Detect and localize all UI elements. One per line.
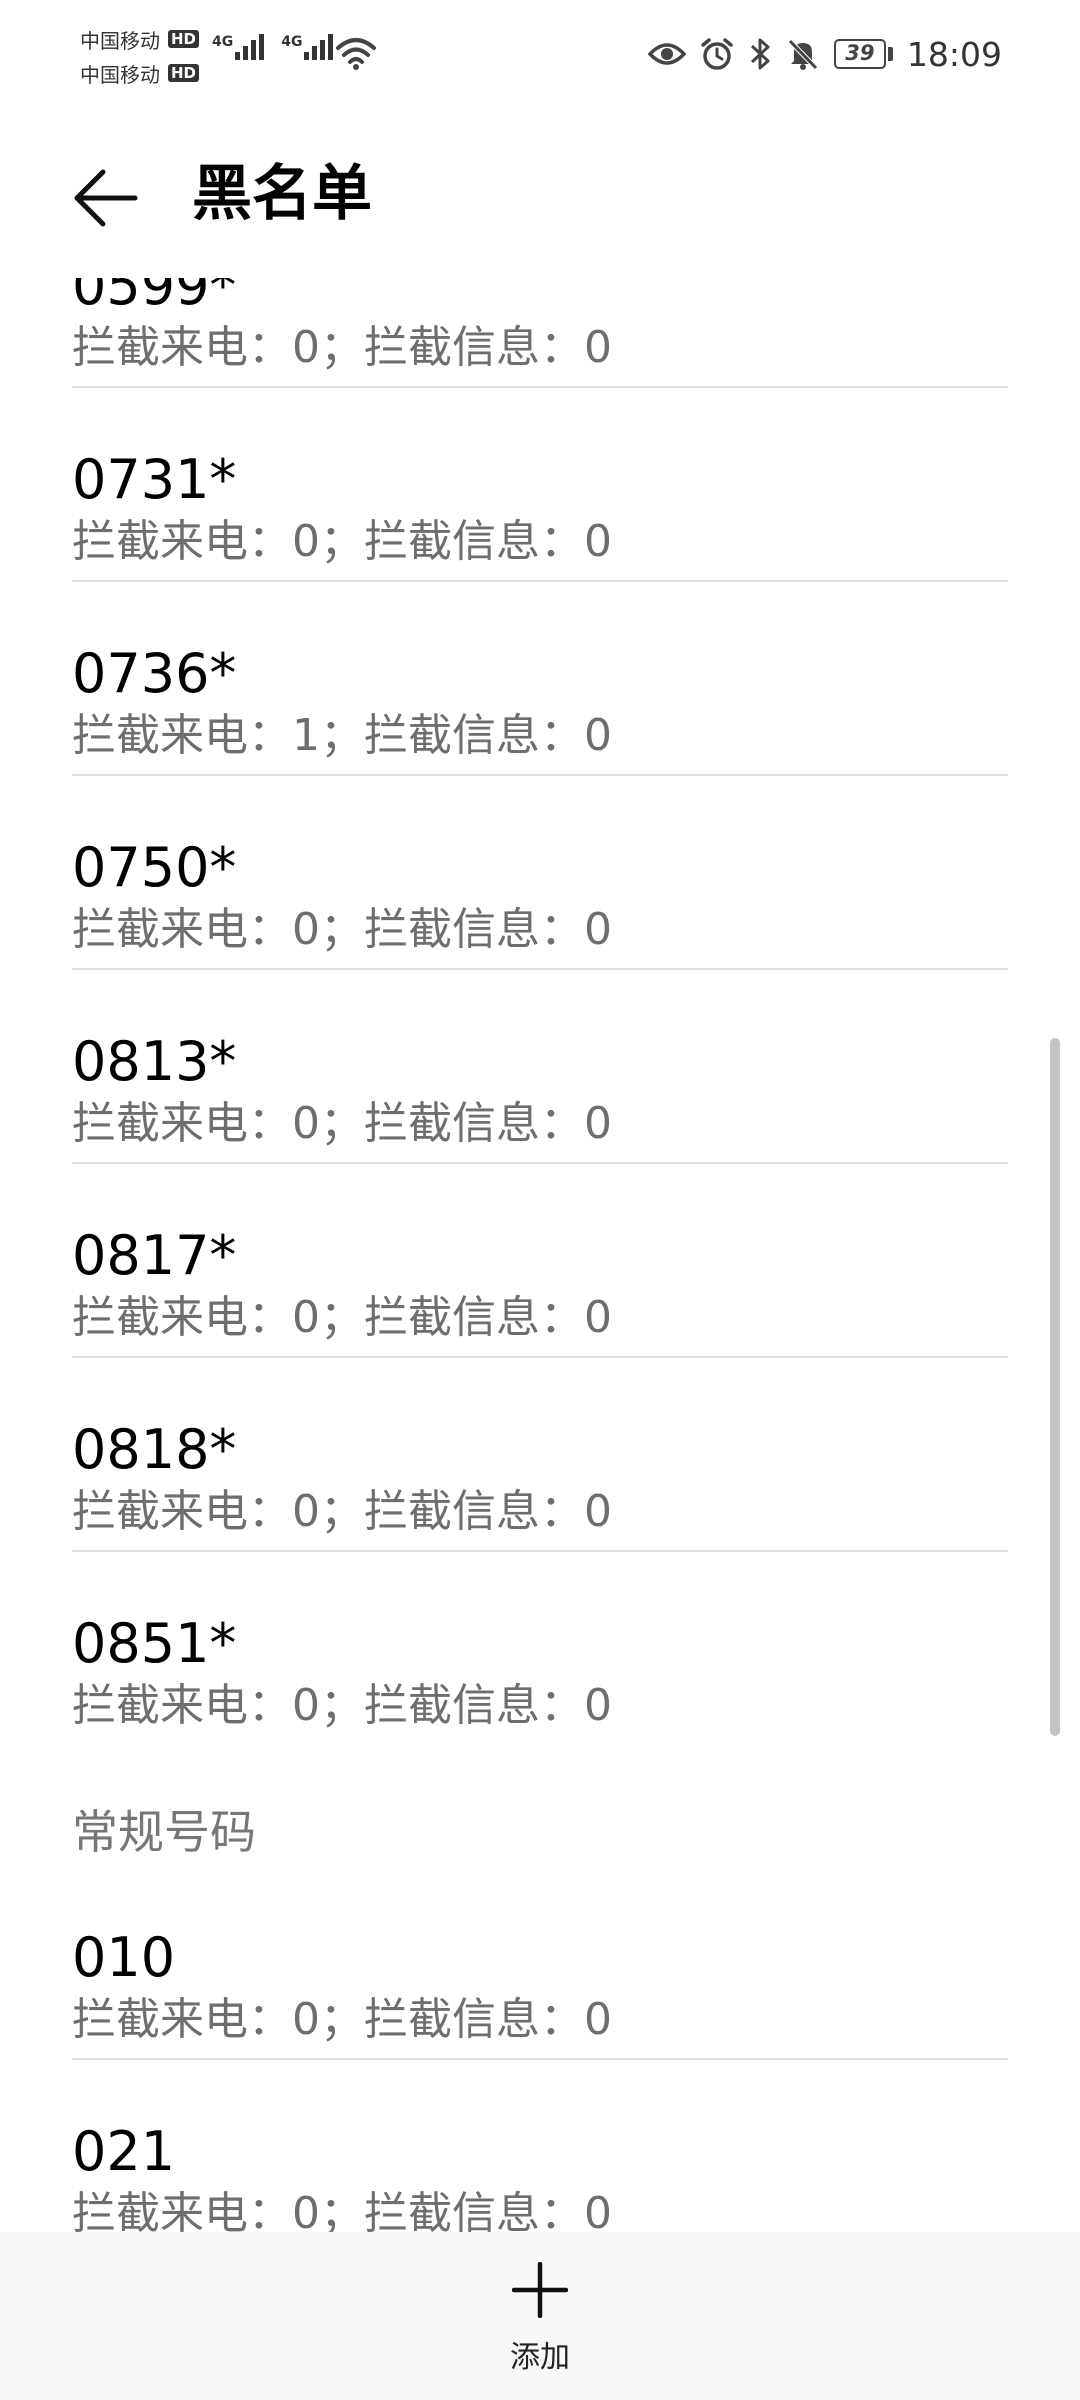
list-item[interactable]: 0813* 拦截来电：0；拦截信息：0 — [72, 970, 1008, 1164]
list-item[interactable]: 0736* 拦截来电：1；拦截信息：0 — [72, 582, 1008, 776]
blacklist-list[interactable]: 0599* 拦截来电：0；拦截信息：0 0731* 拦截来电：0；拦截信息：0 … — [0, 278, 1080, 2232]
list-item[interactable]: 0731* 拦截来电：0；拦截信息：0 — [72, 388, 1008, 582]
signal-strength-icon — [235, 34, 267, 60]
bluetooth-icon — [748, 37, 772, 71]
item-stats: 拦截来电：0；拦截信息：0 — [72, 1486, 612, 1537]
battery-icon: 39 — [833, 39, 893, 69]
bell-muted-icon — [786, 37, 820, 71]
hd-badge: HD — [168, 30, 200, 48]
add-button[interactable]: 添加 — [440, 2232, 640, 2400]
carrier-name: 中国移动 — [80, 62, 160, 87]
back-button[interactable] — [66, 158, 146, 238]
item-stats: 拦截来电：0；拦截信息：0 — [72, 904, 612, 955]
item-number: 010 — [72, 1926, 176, 1989]
eye-icon — [647, 40, 686, 68]
alarm-icon — [700, 37, 734, 71]
toolbar: 黑名单 — [0, 110, 1080, 278]
system-status-icons: 39 18:09 — [647, 30, 1002, 78]
list-item[interactable]: 0851* 拦截来电：0；拦截信息：0 — [72, 1552, 1008, 1746]
item-number: 0599* — [72, 278, 237, 317]
list-item[interactable]: 0599* 拦截来电：0；拦截信息：0 — [72, 278, 1008, 388]
list-item[interactable]: 0817* 拦截来电：0；拦截信息：0 — [72, 1164, 1008, 1358]
network-type-label: 4G — [281, 34, 303, 50]
list-item[interactable]: 0818* 拦截来电：0；拦截信息：0 — [72, 1358, 1008, 1552]
battery-level: 39 — [833, 39, 886, 69]
item-number: 021 — [72, 2120, 176, 2183]
item-stats: 拦截来电：0；拦截信息：0 — [72, 1994, 612, 2045]
item-stats: 拦截来电：0；拦截信息：0 — [72, 1292, 612, 1343]
section-header: 常规号码 — [72, 1805, 256, 1859]
item-stats: 拦截来电：0；拦截信息：0 — [72, 516, 612, 567]
item-stats: 拦截来电：1；拦截信息：0 — [72, 710, 612, 761]
hd-badge: HD — [168, 64, 200, 82]
wifi-icon — [336, 36, 376, 74]
page-title: 黑名单 — [192, 159, 372, 229]
blacklist-list-content: 0599* 拦截来电：0；拦截信息：0 0731* 拦截来电：0；拦截信息：0 … — [0, 278, 1080, 2232]
list-item[interactable]: 021 拦截来电：0；拦截信息：0 — [72, 2060, 1008, 2233]
item-number: 0750* — [72, 836, 237, 899]
item-stats: 拦截来电：0；拦截信息：0 — [72, 1680, 612, 1731]
plus-icon — [512, 2262, 568, 2318]
signal-strength-icon — [304, 34, 336, 60]
carrier-name: 中国移动 — [80, 28, 160, 53]
carrier-row-2: 中国移动 HD — [80, 56, 380, 90]
network-type-label: 4G — [212, 34, 234, 50]
item-stats: 拦截来电：0；拦截信息：0 — [72, 322, 612, 373]
item-number: 0731* — [72, 448, 237, 511]
item-stats: 拦截来电：0；拦截信息：0 — [72, 1098, 612, 1149]
item-stats: 拦截来电：0；拦截信息：0 — [72, 2188, 612, 2232]
item-number: 0817* — [72, 1224, 237, 1287]
arrow-left-icon — [74, 169, 138, 227]
add-button-label: 添加 — [510, 2340, 570, 2375]
item-number: 0851* — [72, 1612, 237, 1675]
list-item[interactable]: 0750* 拦截来电：0；拦截信息：0 — [72, 776, 1008, 970]
item-number: 0736* — [72, 642, 237, 705]
list-item[interactable]: 010 拦截来电：0；拦截信息：0 — [72, 1886, 1008, 2060]
status-time: 18:09 — [906, 34, 1002, 74]
bottom-action-bar: 添加 — [0, 2232, 1080, 2400]
signal-indicators: 4G 4G — [212, 34, 350, 60]
scrollbar-thumb[interactable] — [1050, 1038, 1060, 1736]
status-bar: 中国移动 HD 中国移动 HD 4G 4G 39 18:09 — [0, 0, 1080, 110]
item-number: 0813* — [72, 1030, 237, 1093]
item-number: 0818* — [72, 1418, 237, 1481]
